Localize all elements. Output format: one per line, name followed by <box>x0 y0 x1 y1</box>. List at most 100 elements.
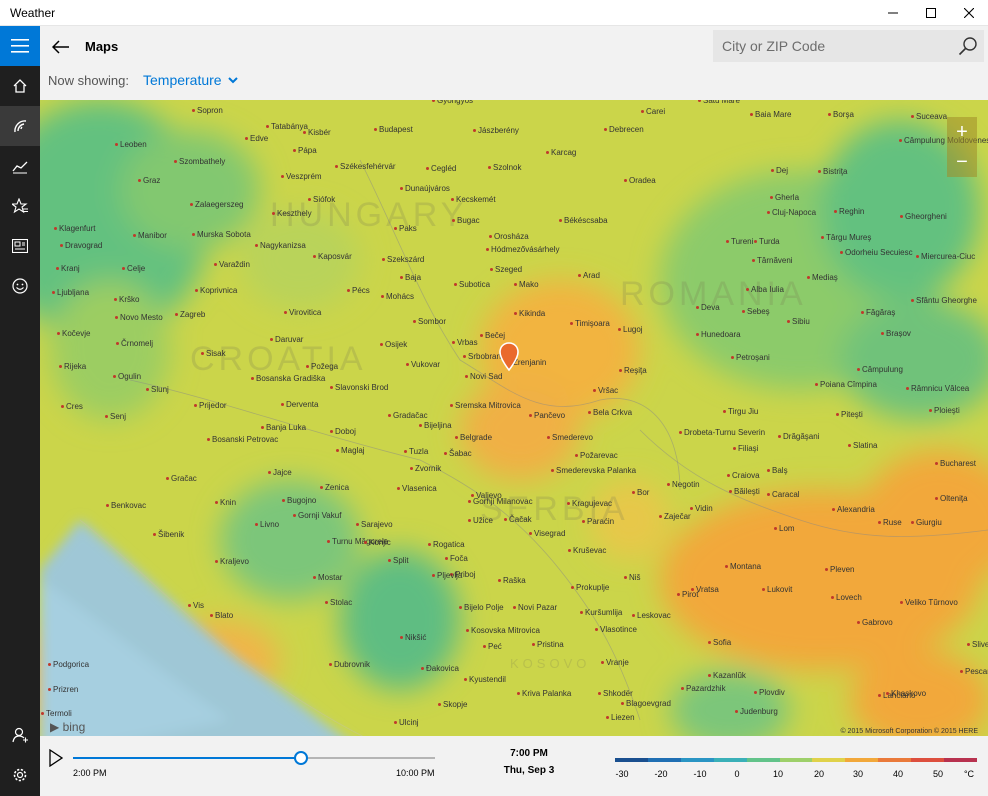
sidebar-item-historical-weather[interactable] <box>0 146 40 186</box>
zoom-in-button[interactable]: + <box>947 117 977 147</box>
city-label: Balş <box>767 466 788 475</box>
city-label: Graz <box>138 176 160 185</box>
city-label: Pančevo <box>529 411 565 420</box>
city-label: Plovdiv <box>754 688 785 697</box>
city-label: Derventa <box>281 400 318 409</box>
city-label: Hódmezővásárhely <box>486 245 559 254</box>
city-label: Shkodër <box>598 689 633 698</box>
city-label: Pazardzhik <box>681 684 726 693</box>
close-button[interactable] <box>950 0 988 26</box>
sidebar-item-settings[interactable] <box>0 755 40 795</box>
back-button[interactable] <box>48 34 74 60</box>
city-label: Belgrade <box>455 433 492 442</box>
sidebar-item-feedback[interactable] <box>0 266 40 306</box>
city-label: Leskovac <box>632 611 671 620</box>
city-label: Giurgiu <box>911 518 942 527</box>
city-label: Bugojno <box>282 496 316 505</box>
map-copyright: © 2015 Microsoft Corporation © 2015 HERE <box>840 728 978 735</box>
city-label: Sombor <box>413 317 446 326</box>
map-pin-icon <box>499 342 519 372</box>
city-label: Bečej <box>480 331 505 340</box>
timeline-slider[interactable] <box>73 751 435 765</box>
city-label: Sremska Mitrovica <box>450 401 521 410</box>
sidebar-item-forecast[interactable] <box>0 66 40 106</box>
zoom-out-button[interactable]: − <box>947 147 977 177</box>
play-icon <box>49 748 64 768</box>
city-label: Ogulin <box>113 372 141 381</box>
city-label: Lukovit <box>762 585 792 594</box>
temperature-legend <box>615 758 977 762</box>
legend-swatch <box>647 758 681 762</box>
city-label: Foča <box>445 554 468 563</box>
city-label: Szombathely <box>174 157 225 166</box>
hamburger-menu-button[interactable] <box>0 26 40 66</box>
legend-tick-label: °C <box>963 769 975 779</box>
sidebar-item-maps[interactable] <box>0 106 40 146</box>
city-label: Novo Mesto <box>115 313 163 322</box>
minimize-button[interactable] <box>874 0 912 26</box>
bing-logo: ▶ bing <box>50 720 85 734</box>
city-label: Gherla <box>770 193 799 202</box>
city-label: Novi Pazar <box>513 603 557 612</box>
city-label: Mohács <box>381 292 414 301</box>
city-label: Kisbér <box>303 128 331 137</box>
city-label: Bosanska Gradiška <box>251 374 325 383</box>
city-label: Vranje <box>601 658 629 667</box>
city-label: Blato <box>210 611 233 620</box>
timeline-bar: 2:00 PM 10:00 PM 7:00 PM Thu, Sep 3 -30 -… <box>40 736 988 796</box>
sidebar-item-account[interactable] <box>0 715 40 755</box>
legend-swatch <box>680 758 714 762</box>
layer-dropdown[interactable]: Temperature <box>143 72 238 88</box>
close-icon <box>964 8 974 18</box>
window-title: Weather <box>10 6 56 20</box>
city-label: Jajce <box>268 468 292 477</box>
city-label: Miercurea-Ciuc <box>916 252 975 261</box>
city-label: Krško <box>114 295 139 304</box>
sidebar <box>0 26 40 796</box>
city-label: Piteşti <box>836 410 863 419</box>
city-label: Kecskemét <box>451 195 496 204</box>
search-input[interactable] <box>713 30 948 62</box>
legend-swatch <box>944 758 977 762</box>
title-bar: Weather <box>0 0 988 26</box>
city-label: Sfântu Gheorghe <box>911 296 977 305</box>
back-arrow-icon <box>52 40 69 54</box>
city-label: Budapest <box>374 125 413 134</box>
city-label: Zalaegerszeg <box>190 200 243 209</box>
city-label: Bela Crkva <box>588 408 632 417</box>
city-label: Alba Iulia <box>746 285 784 294</box>
city-label: Kosovska Mitrovica <box>466 626 540 635</box>
city-label: Vis <box>188 601 204 610</box>
city-label: Ploieşti <box>929 406 960 415</box>
legend-swatch <box>845 758 879 762</box>
city-label: Novi Sad <box>465 372 502 381</box>
timeline-slider-thumb[interactable] <box>294 751 309 765</box>
city-label: Slavonski Brod <box>330 383 388 392</box>
play-button[interactable] <box>49 748 64 772</box>
city-label: Pristina <box>532 640 564 649</box>
city-label: Făgăraş <box>861 308 895 317</box>
city-label: Raška <box>498 576 526 585</box>
legend-tick-label: -10 <box>693 769 707 779</box>
city-label: Sopron <box>192 106 223 115</box>
city-label: Kočevje <box>57 329 90 338</box>
country-label: KOSOVO <box>510 656 591 671</box>
maximize-button[interactable] <box>912 0 950 26</box>
city-label: Bistriţa <box>818 167 847 176</box>
search-button[interactable] <box>958 36 978 56</box>
city-label: Pleven <box>825 565 854 574</box>
city-label: Podgorica <box>48 660 89 669</box>
city-label: Smederevska Palanka <box>551 466 636 475</box>
city-label: Dunaújváros <box>400 184 450 193</box>
weather-map[interactable]: HUNGARY ROMANIA CROATIA SERBIA KOSOVO Gy… <box>40 100 988 736</box>
city-label: Niš <box>624 573 641 582</box>
settings-icon <box>13 768 27 782</box>
location-pin[interactable] <box>499 342 519 377</box>
sidebar-item-favorites[interactable] <box>0 186 40 226</box>
city-label: Gornji Vakuf <box>293 511 341 520</box>
city-label: Montana <box>725 562 761 571</box>
city-label: Baia Mare <box>750 110 791 119</box>
sidebar-item-news[interactable] <box>0 226 40 266</box>
bing-logo-text: bing <box>62 720 86 734</box>
city-label: Prijedor <box>194 401 227 410</box>
